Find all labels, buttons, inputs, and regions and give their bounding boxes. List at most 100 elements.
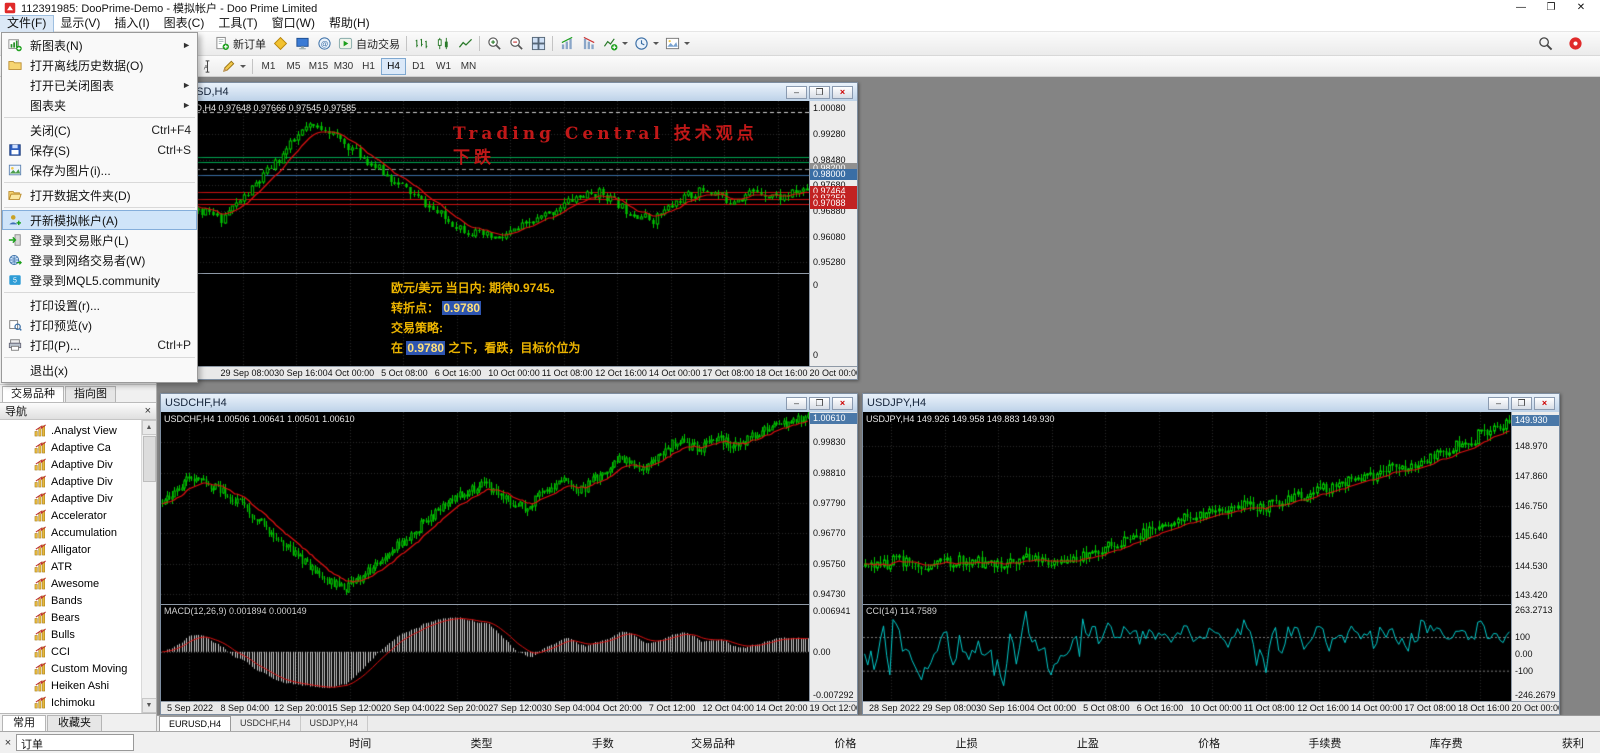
navigator-scrollbar[interactable]: ▲ ▼ [141, 420, 156, 713]
chart-line-button[interactable] [454, 34, 476, 54]
window-restore-button[interactable]: ❐ [809, 397, 830, 410]
window-restore-button[interactable]: ❐ [809, 86, 830, 99]
chart-bars-button[interactable] [410, 34, 432, 54]
timeframe-MN[interactable]: MN [456, 58, 481, 75]
chart-window-titlebar[interactable]: USDCHF,H4 – ❐ × [161, 394, 857, 412]
window-close-button[interactable]: × [832, 397, 853, 410]
chart-window-titlebar[interactable]: USDJPY,H4 – ❐ × [863, 394, 1559, 412]
price-chart[interactable]: USDJPY,H4 149.926 149.958 149.883 149.93… [863, 412, 1511, 604]
timeframe-M15[interactable]: M15 [306, 58, 331, 75]
file-menu-item[interactable]: 打印设置(r)... [2, 295, 197, 315]
file-menu-item[interactable]: 退出(x) [2, 360, 197, 380]
zoom-out-button[interactable] [505, 34, 527, 54]
minimize-button[interactable]: — [1506, 0, 1536, 16]
cursor-text-button[interactable]: A [196, 56, 218, 76]
search-button[interactable] [1534, 34, 1556, 54]
menu-图表(C)[interactable]: 图表(C) [157, 16, 212, 32]
zoom-in-button[interactable] [483, 34, 505, 54]
maximize-button[interactable]: ❐ [1536, 0, 1566, 16]
menu-窗口(W)[interactable]: 窗口(W) [265, 16, 322, 32]
timeframe-D1[interactable]: D1 [406, 58, 431, 75]
navigator-item[interactable]: ATR [0, 558, 156, 575]
price-chart[interactable]: EURUSD,H4 0.97648 0.97666 0.97545 0.9758… [161, 101, 809, 273]
price-chart-canvas[interactable] [161, 412, 809, 604]
metaeditor-button[interactable] [269, 34, 291, 54]
indicator-canvas[interactable] [161, 605, 809, 701]
timeframe-H4[interactable]: H4 [381, 58, 406, 75]
timeframe-M5[interactable]: M5 [281, 58, 306, 75]
file-menu-item[interactable]: 关闭(C)Ctrl+F4 [2, 120, 197, 140]
menu-显示(V)[interactable]: 显示(V) [53, 16, 107, 32]
chart-tab-USDJPY,H4[interactable]: USDJPY,H4 [301, 716, 368, 731]
menu-插入(I)[interactable]: 插入(I) [107, 16, 156, 32]
timeframe-H1[interactable]: H1 [356, 58, 381, 75]
file-menu-item[interactable]: 打印预览(v) [2, 315, 197, 335]
file-menu-item[interactable]: 打开离线历史数据(O) [2, 55, 197, 75]
price-chart[interactable]: USDCHF,H4 1.00506 1.00641 1.00501 1.0061… [161, 412, 809, 604]
market-button[interactable] [291, 34, 313, 54]
navigator-item[interactable]: Awesome [0, 575, 156, 592]
close-button[interactable]: ✕ [1566, 0, 1596, 16]
scroll-down-icon[interactable]: ▼ [142, 698, 157, 713]
window-minimize-button[interactable]: – [786, 397, 807, 410]
indicator-canvas[interactable] [863, 605, 1511, 701]
chart-candles-button[interactable] [432, 34, 454, 54]
window-minimize-button[interactable]: – [786, 86, 807, 99]
indicator-pane[interactable]: CCI(14) 114.7589 [863, 604, 1511, 701]
community-button[interactable]: @ [313, 34, 335, 54]
scrollbar-thumb[interactable] [143, 436, 156, 482]
scroll-up-icon[interactable]: ▲ [142, 420, 157, 435]
window-close-button[interactable]: × [832, 86, 853, 99]
tile-windows-button[interactable] [527, 34, 549, 54]
new-order-button[interactable]: 新订单 [212, 34, 269, 54]
window-close-button[interactable]: × [1534, 397, 1555, 410]
indicator-pane[interactable]: ...Views 欧元/美元 当日内: 期待0.9745。转折点： 0.9780… [161, 273, 809, 366]
menu-文件(F)[interactable]: 文件(F) [0, 16, 53, 32]
navigator-item[interactable]: Adaptive Div [0, 473, 156, 490]
navigator-close-icon[interactable]: × [145, 405, 151, 417]
templates-button[interactable] [662, 34, 693, 54]
window-restore-button[interactable]: ❐ [1511, 397, 1532, 410]
file-menu-item[interactable]: 开新模拟帐户(A) [2, 210, 197, 230]
file-menu-item[interactable]: 保存为图片(i)... [2, 160, 197, 180]
navigator-item[interactable]: CCI [0, 643, 156, 660]
menu-帮助(H)[interactable]: 帮助(H) [322, 16, 377, 32]
add-indicator-button[interactable] [600, 34, 631, 54]
autotrading-button[interactable]: 自动交易 [335, 34, 403, 54]
pencil-button[interactable] [218, 56, 249, 76]
navigator-item[interactable]: Adaptive Ca [0, 439, 156, 456]
market-watch-tab-交易品种[interactable]: 交易品种 [2, 386, 64, 402]
navigator-item[interactable]: Custom Moving [0, 660, 156, 677]
timeframe-W1[interactable]: W1 [431, 58, 456, 75]
file-menu-item[interactable]: 打开已关闭图表► [2, 75, 197, 95]
navigator-item[interactable]: .Analyst View [0, 422, 156, 439]
file-menu-item[interactable]: 图表夹► [2, 95, 197, 115]
file-menu-item[interactable]: 打开数据文件夹(D) [2, 185, 197, 205]
menu-工具(T)[interactable]: 工具(T) [211, 16, 264, 32]
navigator-item[interactable]: Accumulation [0, 524, 156, 541]
file-menu-item[interactable]: 打印(P)...Ctrl+P [2, 335, 197, 355]
terminal-close-icon[interactable]: × [0, 737, 16, 749]
navigator-tab-常用[interactable]: 常用 [2, 715, 46, 731]
price-chart-canvas[interactable] [863, 412, 1511, 604]
navigator-item[interactable]: Ichimoku [0, 694, 156, 711]
navigator-item[interactable]: Alligator [0, 541, 156, 558]
file-menu-item[interactable]: 5登录到MQL5.community [2, 270, 197, 290]
periods-button[interactable] [631, 34, 662, 54]
navigator-item[interactable]: Heiken Ashi [0, 677, 156, 694]
timeframe-M1[interactable]: M1 [256, 58, 281, 75]
file-menu-item[interactable]: 登录到网络交易者(W) [2, 250, 197, 270]
navigator-item[interactable]: Accelerator [0, 507, 156, 524]
indicator-pane[interactable]: MACD(12,26,9) 0.001894 0.000149 [161, 604, 809, 701]
terminal-tab-orders[interactable]: 订单 [16, 734, 134, 751]
alert-button[interactable] [1564, 34, 1586, 54]
file-menu-item[interactable]: 保存(S)Ctrl+S [2, 140, 197, 160]
navigator-item[interactable]: Adaptive Div [0, 490, 156, 507]
chart-tab-EURUSD,H4[interactable]: EURUSD,H4 [159, 716, 231, 731]
file-menu-item[interactable]: 新图表(N)► [2, 35, 197, 55]
timeframe-M30[interactable]: M30 [331, 58, 356, 75]
file-menu-item[interactable]: 登录到交易账户(L) [2, 230, 197, 250]
chart-window-titlebar[interactable]: EURUSD,H4 – ❐ × [161, 83, 857, 101]
navigator-item[interactable]: Bears [0, 609, 156, 626]
window-minimize-button[interactable]: – [1488, 397, 1509, 410]
